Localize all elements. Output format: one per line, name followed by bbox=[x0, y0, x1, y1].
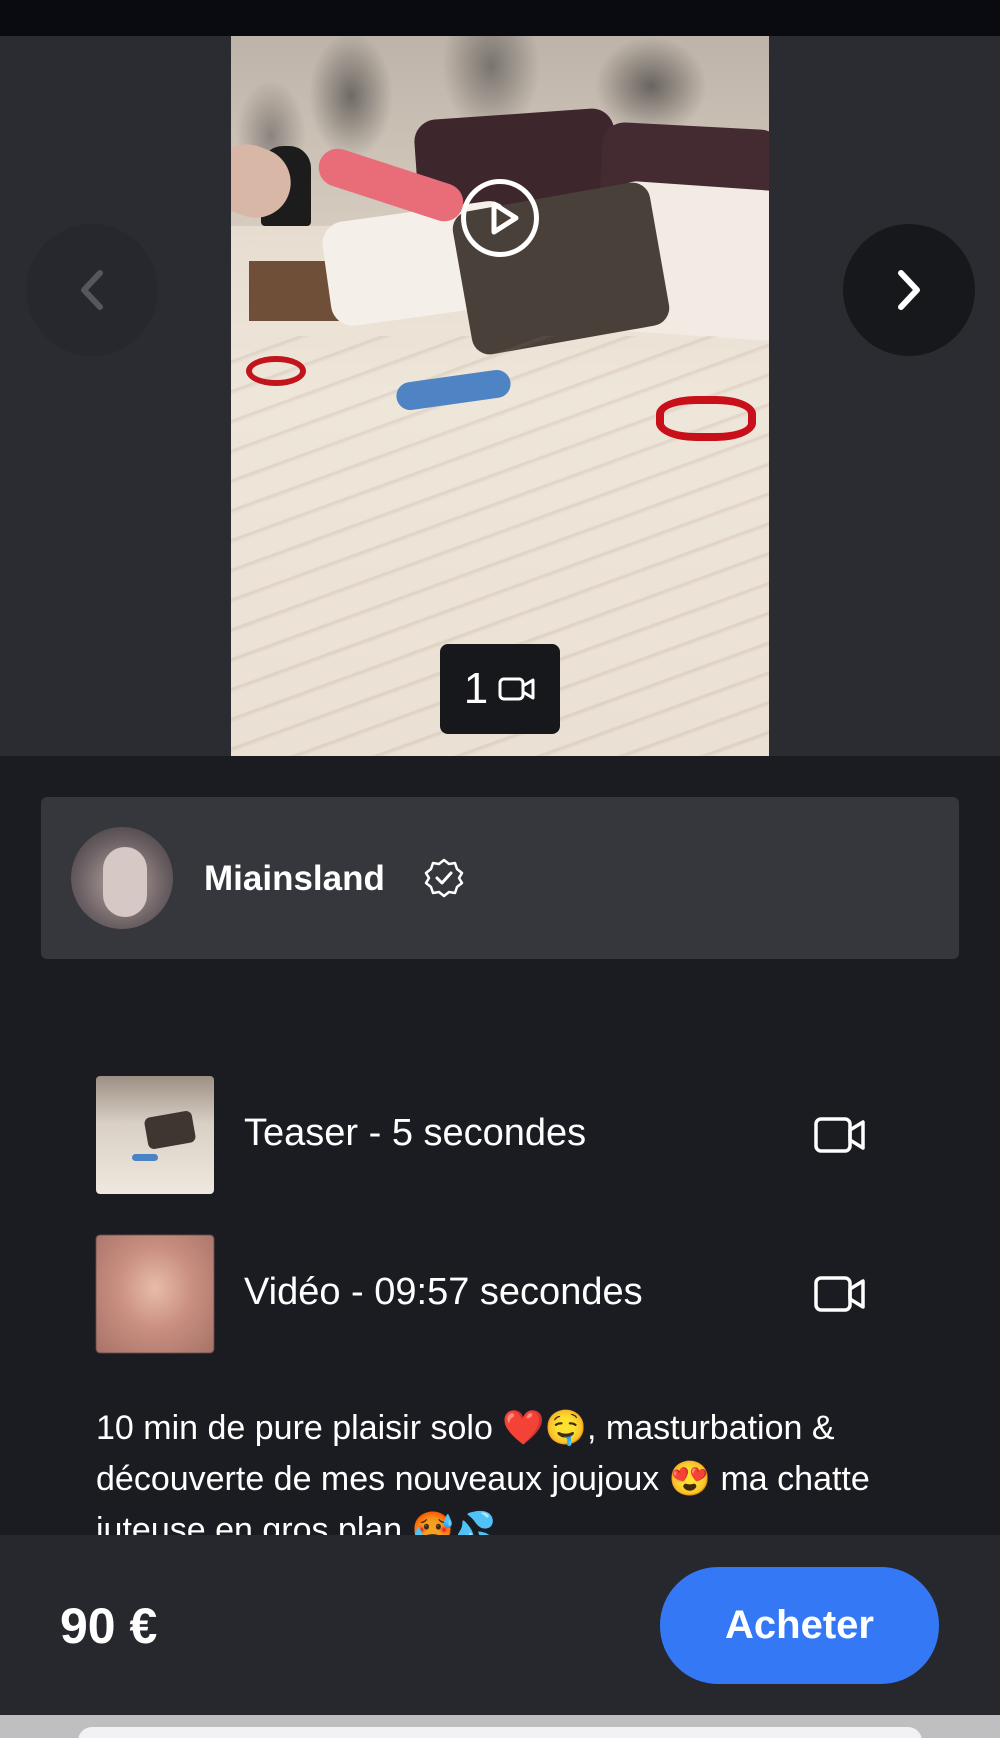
media-viewer: 1 bbox=[0, 36, 1000, 756]
creator-name[interactable]: Miainsland bbox=[204, 859, 385, 899]
media-count-badge: 1 bbox=[440, 644, 560, 734]
price: 90 € bbox=[60, 1598, 158, 1654]
previous-button[interactable] bbox=[26, 224, 158, 356]
item-label: Vidéo - 09:57 secondes bbox=[244, 1271, 643, 1313]
verified-badge-icon bbox=[424, 858, 464, 898]
list-item[interactable]: Vidéo - 09:57 secondes bbox=[96, 1235, 896, 1353]
creator-card[interactable]: Miainsland bbox=[41, 797, 959, 959]
play-circle-icon[interactable] bbox=[461, 179, 539, 257]
video-camera-icon bbox=[814, 1117, 865, 1153]
description: 10 min de pure plaisir solo ❤️🤤, masturb… bbox=[96, 1409, 870, 1535]
status-bar bbox=[0, 0, 1000, 36]
avatar[interactable] bbox=[71, 827, 173, 929]
bottom-sheet-handle bbox=[0, 1715, 1000, 1738]
chevron-right-icon bbox=[898, 270, 920, 310]
preview-rope bbox=[656, 396, 756, 441]
teaser-thumbnail bbox=[96, 1076, 214, 1194]
preview-rope bbox=[246, 356, 306, 386]
media-count: 1 bbox=[463, 664, 489, 713]
item-label: Teaser - 5 secondes bbox=[244, 1112, 587, 1154]
buy-button[interactable]: Acheter bbox=[660, 1567, 939, 1684]
list-item[interactable]: Teaser - 5 secondes bbox=[96, 1076, 896, 1194]
video-camera-icon bbox=[814, 1276, 865, 1312]
play-triangle-icon bbox=[491, 201, 519, 235]
chevron-left-icon bbox=[81, 270, 103, 310]
video-camera-icon bbox=[498, 677, 535, 701]
video-thumbnail bbox=[96, 1235, 214, 1353]
next-button[interactable] bbox=[843, 224, 975, 356]
bottom-sheet bbox=[78, 1727, 922, 1738]
avatar-photo bbox=[103, 847, 147, 917]
purchase-bar: 90 € Acheter bbox=[0, 1535, 1000, 1715]
